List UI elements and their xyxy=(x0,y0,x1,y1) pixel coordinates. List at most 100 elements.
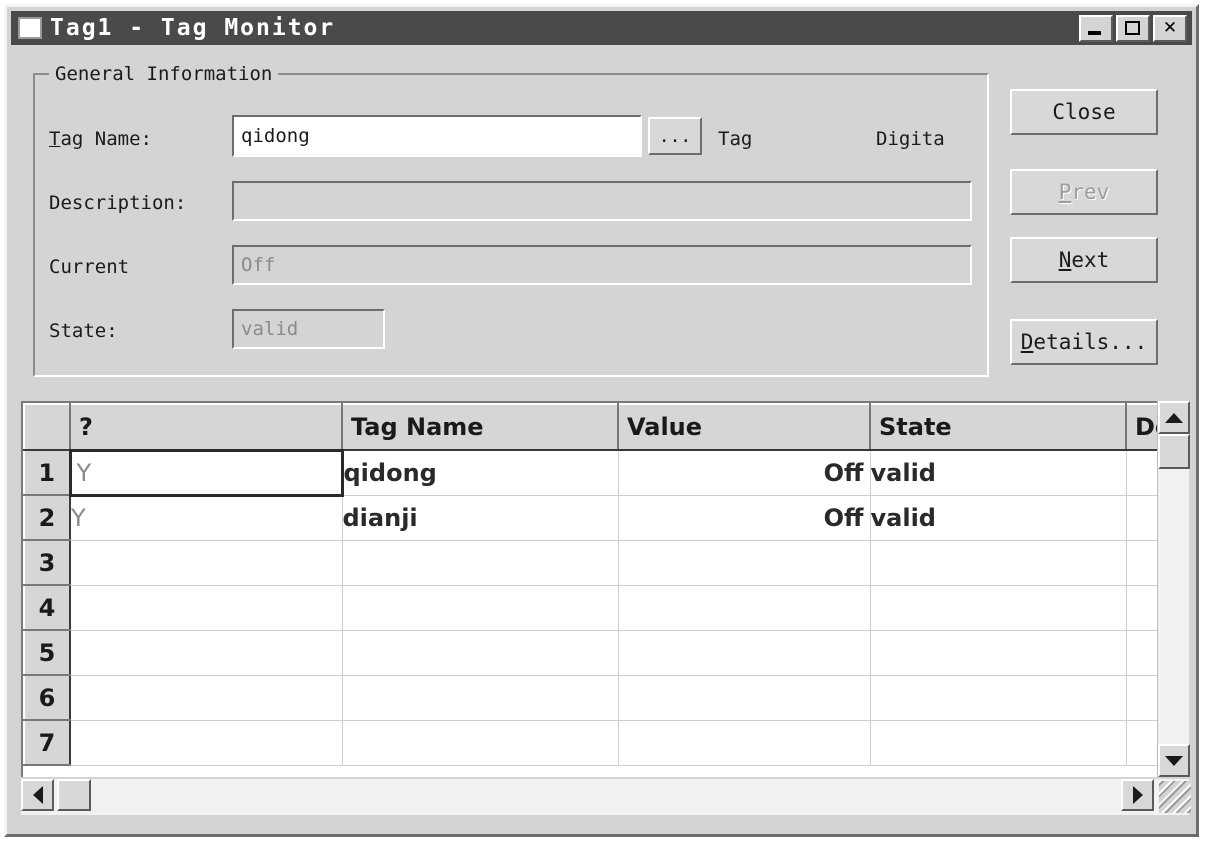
title-bar[interactable]: Tag1 - Tag Monitor ✕ xyxy=(11,11,1192,45)
cell-tag-name[interactable] xyxy=(342,540,619,586)
cell-flag[interactable] xyxy=(70,585,343,631)
cell-tag-name[interactable] xyxy=(342,585,619,631)
cell-value[interactable]: Off xyxy=(618,495,871,541)
column-header-tag-name[interactable]: Tag Name xyxy=(341,403,619,451)
scroll-left-button[interactable] xyxy=(21,779,54,811)
vertical-scrollbar[interactable] xyxy=(1157,401,1190,777)
cell-state[interactable] xyxy=(870,675,1127,721)
tag-kind-label: Tag xyxy=(718,128,753,150)
current-label: Current xyxy=(49,256,130,278)
row-number[interactable]: 5 xyxy=(23,629,71,676)
current-value: Off xyxy=(241,254,276,276)
tag-name-label-rest: ag Name: xyxy=(60,128,152,150)
horizontal-scrollbar[interactable] xyxy=(21,779,1189,815)
description-input[interactable] xyxy=(232,181,972,221)
cell-tag-name[interactable] xyxy=(342,675,619,721)
tag-table: ? Tag Name Value State Descr 1 Y qidong … xyxy=(23,403,1189,766)
table-row[interactable]: 3 xyxy=(23,539,1189,586)
horizontal-scroll-thumb[interactable] xyxy=(57,779,91,811)
cell-value[interactable] xyxy=(618,720,871,766)
cell-flag[interactable] xyxy=(70,720,343,766)
next-label-rest: ext xyxy=(1071,248,1110,272)
cell-tag-name[interactable]: dianji xyxy=(342,495,619,541)
cell-state[interactable] xyxy=(870,540,1127,586)
details-label-rest: etails... xyxy=(1033,330,1148,354)
row-number[interactable]: 6 xyxy=(23,674,71,721)
tag-name-input[interactable]: qidong xyxy=(232,115,642,157)
table-header-row: ? Tag Name Value State Descr xyxy=(23,403,1189,451)
cell-value[interactable]: Off xyxy=(618,450,871,496)
scroll-right-button[interactable] xyxy=(1121,779,1154,811)
cell-flag[interactable] xyxy=(70,675,343,721)
tag-name-value: qidong xyxy=(241,125,310,147)
table-row[interactable]: 1 Y qidong Off valid xyxy=(23,448,1189,497)
prev-button: Prev xyxy=(1010,169,1158,215)
scroll-down-button[interactable] xyxy=(1158,744,1190,777)
tag-name-accel: T xyxy=(49,128,61,150)
table-row[interactable]: 7 xyxy=(23,719,1189,766)
description-label: Description: xyxy=(49,192,187,214)
window-frame: Tag1 - Tag Monitor ✕ General Information… xyxy=(4,4,1199,837)
vertical-scroll-thumb[interactable] xyxy=(1158,434,1190,469)
next-button[interactable]: Next xyxy=(1010,237,1158,283)
cell-value[interactable] xyxy=(618,585,871,631)
row-number[interactable]: 4 xyxy=(23,584,71,631)
cell-state[interactable]: valid xyxy=(870,495,1127,541)
current-value-field: Off xyxy=(232,245,972,285)
table-row[interactable]: 2 Y dianji Off valid xyxy=(23,494,1189,541)
tag-name-label: Tag Name: xyxy=(49,128,152,150)
close-button[interactable]: ✕ xyxy=(1153,14,1187,42)
close-icon: ✕ xyxy=(1162,18,1178,38)
cell-flag[interactable]: Y xyxy=(68,448,344,497)
cell-value[interactable] xyxy=(618,630,871,676)
tag-datatype-label: Digita xyxy=(876,128,945,150)
prev-accel: P xyxy=(1058,180,1072,204)
cell-state[interactable]: valid xyxy=(870,450,1127,496)
cell-flag[interactable]: Y xyxy=(70,495,343,541)
cell-state[interactable] xyxy=(870,585,1127,631)
tag-monitor-window: Tag1 - Tag Monitor ✕ General Information… xyxy=(0,0,1207,845)
minimize-button[interactable] xyxy=(1079,14,1113,42)
row-number[interactable]: 2 xyxy=(23,494,71,541)
column-header-state[interactable]: State xyxy=(869,403,1127,451)
cell-tag-name[interactable]: qidong xyxy=(342,450,619,496)
tag-browse-button[interactable]: ... xyxy=(648,117,702,155)
cell-state[interactable] xyxy=(870,720,1127,766)
window-title: Tag1 - Tag Monitor xyxy=(50,15,336,41)
cell-value[interactable] xyxy=(618,675,871,721)
state-value: valid xyxy=(241,318,299,340)
maximize-button[interactable] xyxy=(1116,14,1150,42)
general-information-legend: General Information xyxy=(49,63,279,85)
scroll-left-arrow-icon xyxy=(32,786,43,804)
cell-tag-name[interactable] xyxy=(342,720,619,766)
scroll-right-arrow-icon xyxy=(1132,786,1143,804)
column-header-value[interactable]: Value xyxy=(617,403,871,451)
maximize-icon xyxy=(1125,20,1140,35)
cell-flag[interactable] xyxy=(70,630,343,676)
row-number[interactable]: 3 xyxy=(23,539,71,586)
table-row[interactable]: 5 xyxy=(23,629,1189,676)
cell-value[interactable] xyxy=(618,540,871,586)
window-controls: ✕ xyxy=(1079,14,1189,42)
row-number[interactable]: 1 xyxy=(23,449,71,496)
scroll-down-arrow-icon xyxy=(1165,755,1183,766)
table-row[interactable]: 6 xyxy=(23,674,1189,721)
scroll-up-button[interactable] xyxy=(1158,401,1190,434)
details-accel: D xyxy=(1020,330,1034,354)
cell-flag[interactable] xyxy=(70,540,343,586)
app-window-icon xyxy=(18,17,42,39)
prev-label-rest: rev xyxy=(1071,180,1110,204)
column-header-flag[interactable]: ? xyxy=(69,403,343,451)
column-header-corner[interactable] xyxy=(23,403,71,451)
minimize-icon xyxy=(1088,30,1101,35)
state-value-field: valid xyxy=(232,309,385,349)
tag-grid[interactable]: ? Tag Name Value State Descr 1 Y qidong … xyxy=(21,401,1189,777)
cell-tag-name[interactable] xyxy=(342,630,619,676)
close-dialog-button[interactable]: Close xyxy=(1010,89,1158,135)
resize-grip-icon[interactable] xyxy=(1159,781,1191,813)
table-row[interactable]: 4 xyxy=(23,584,1189,631)
scroll-up-arrow-icon xyxy=(1165,412,1183,423)
details-button[interactable]: Details... xyxy=(1010,319,1158,365)
row-number[interactable]: 7 xyxy=(23,719,71,766)
cell-state[interactable] xyxy=(870,630,1127,676)
